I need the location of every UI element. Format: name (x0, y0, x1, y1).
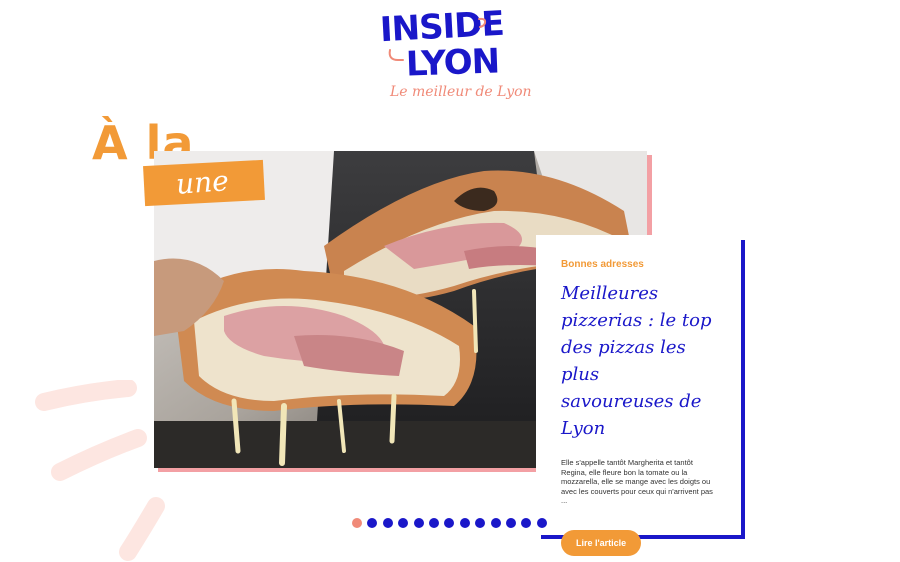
carousel-dot[interactable] (459, 518, 470, 528)
carousel-dot[interactable] (352, 518, 362, 528)
carousel-dot[interactable] (413, 518, 424, 528)
carousel-dot[interactable] (382, 518, 393, 528)
carousel-dot[interactable] (505, 518, 516, 528)
carousel-dot[interactable] (444, 518, 455, 528)
article-title[interactable]: Meilleures pizzerias : le top des pizzas… (561, 280, 717, 442)
site-logo[interactable]: INSIDE LYON Le meilleur de Lyon (372, 4, 532, 108)
section-heading-une: une (174, 164, 230, 201)
article-excerpt: Elle s'appelle tantôt Margherita et tant… (561, 458, 713, 505)
carousel-dot[interactable] (428, 518, 439, 528)
carousel-dot[interactable] (367, 518, 378, 528)
carousel-dot[interactable] (475, 518, 486, 528)
carousel-dot[interactable] (490, 518, 501, 528)
carousel-dot[interactable] (536, 518, 547, 528)
carousel-dot[interactable] (521, 518, 532, 528)
read-article-button[interactable]: Lire l'article (561, 529, 642, 556)
logo-tagline: Le meilleur de Lyon (390, 84, 532, 100)
logo-swirl-icon (388, 49, 404, 61)
carousel-pagination (352, 518, 547, 528)
logo-accent-icon (478, 17, 487, 28)
logo-text-lyon: LYON (405, 41, 500, 85)
carousel-dot[interactable] (398, 518, 409, 528)
article-category[interactable]: Bonnes adresses (561, 259, 717, 270)
featured-article-card[interactable]: Bonnes adresses Meilleures pizzerias : l… (536, 235, 741, 556)
decorative-strokes-icon (35, 380, 165, 561)
